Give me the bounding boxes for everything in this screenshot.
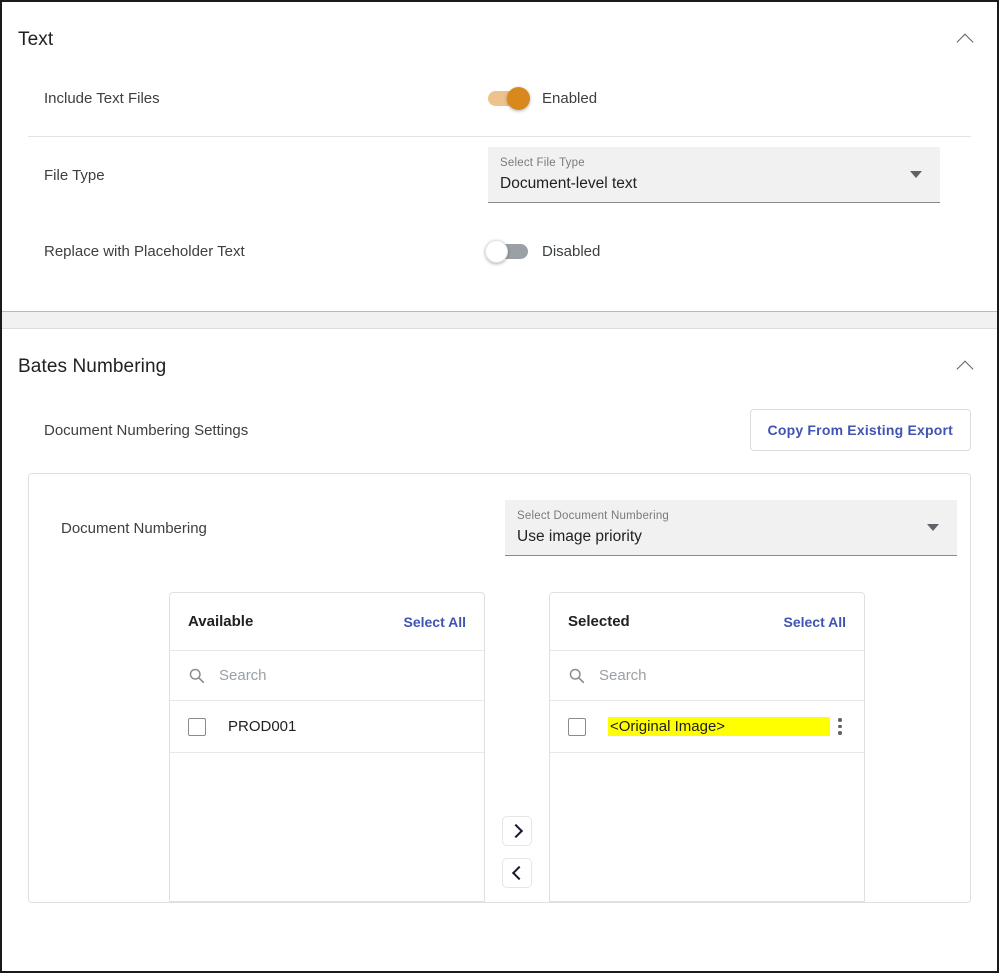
- search-icon: [188, 667, 205, 684]
- available-item-checkbox[interactable]: [188, 718, 206, 736]
- selected-search-row[interactable]: Search: [550, 651, 864, 701]
- row-label-include-text-files: Include Text Files: [28, 90, 488, 107]
- page-title: Text: [18, 29, 53, 51]
- list-item[interactable]: PROD001: [170, 701, 484, 753]
- row-control-replace-placeholder-text: Disabled: [488, 243, 971, 260]
- toggle-knob: [507, 87, 530, 110]
- list-item[interactable]: <Original Image>: [550, 701, 864, 753]
- row-file-type: File Type Select File Type Document-leve…: [2, 137, 997, 213]
- move-right-button[interactable]: [502, 816, 532, 846]
- include-text-files-toggle[interactable]: Enabled: [488, 90, 597, 107]
- selected-item-label: <Original Image>: [608, 717, 830, 736]
- row-control-document-numbering: Select Document Numbering Use image prio…: [505, 500, 957, 556]
- selected-panel-title: Selected: [568, 613, 630, 630]
- selected-search-input[interactable]: Search: [599, 667, 647, 684]
- row-control-file-type: Select File Type Document-level text: [488, 147, 971, 203]
- dual-list-transfer: Available Select All Search PROD001: [29, 556, 970, 902]
- more-options-icon[interactable]: [830, 718, 850, 734]
- replace-placeholder-text-toggle[interactable]: Disabled: [488, 243, 600, 260]
- copy-from-existing-export-button[interactable]: Copy From Existing Export: [750, 409, 971, 451]
- export-settings-page: Text Include Text Files Enabled File Typ…: [0, 0, 999, 973]
- file-type-select[interactable]: Select File Type Document-level text: [488, 147, 940, 203]
- file-type-select-value: Document-level text: [500, 172, 928, 196]
- row-label-replace-placeholder-text: Replace with Placeholder Text: [28, 243, 488, 260]
- section-divider: [2, 311, 997, 329]
- chevron-right-icon: [508, 824, 522, 838]
- available-search-row[interactable]: Search: [170, 651, 484, 701]
- row-label-document-numbering: Document Numbering: [45, 520, 505, 537]
- document-numbering-select-value: Use image priority: [517, 525, 945, 549]
- toggle-track: [488, 244, 528, 259]
- selected-select-all-link[interactable]: Select All: [783, 614, 846, 630]
- available-item-label: PROD001: [228, 718, 470, 735]
- section-bates-numbering: Bates Numbering Document Numbering Setti…: [2, 329, 997, 903]
- chevron-down-icon: [910, 171, 922, 178]
- document-numbering-card: Document Numbering Select Document Numbe…: [28, 473, 971, 903]
- move-left-button[interactable]: [502, 858, 532, 888]
- transfer-buttons: [485, 592, 549, 888]
- collapse-section-text-button[interactable]: [951, 26, 979, 54]
- search-icon: [568, 667, 585, 684]
- toggle-knob: [485, 240, 508, 263]
- row-replace-placeholder-text: Replace with Placeholder Text Disabled: [2, 213, 997, 289]
- row-include-text-files: Include Text Files Enabled: [2, 60, 997, 136]
- chevron-down-icon: [927, 524, 939, 531]
- row-document-numbering: Document Numbering Select Document Numbe…: [29, 474, 970, 556]
- section-text: Text Include Text Files Enabled File Typ…: [2, 2, 997, 311]
- toggle-track: [488, 91, 528, 106]
- selected-panel-header: Selected Select All: [550, 593, 864, 651]
- chevron-up-icon: [957, 34, 974, 51]
- document-numbering-select[interactable]: Select Document Numbering Use image prio…: [505, 500, 957, 556]
- available-select-all-link[interactable]: Select All: [403, 614, 466, 630]
- available-panel-title: Available: [188, 613, 253, 630]
- selected-item-checkbox[interactable]: [568, 718, 586, 736]
- selected-panel: Selected Select All Search <Original Ima…: [549, 592, 865, 902]
- section-text-header[interactable]: Text: [2, 2, 997, 60]
- chevron-left-icon: [511, 866, 525, 880]
- available-search-input[interactable]: Search: [219, 667, 267, 684]
- row-label-document-numbering-settings: Document Numbering Settings: [28, 422, 248, 439]
- section-bates-title: Bates Numbering: [18, 356, 166, 378]
- row-control-include-text-files: Enabled: [488, 90, 971, 107]
- replace-placeholder-text-state: Disabled: [542, 243, 600, 260]
- document-numbering-select-label: Select Document Numbering: [517, 508, 945, 524]
- include-text-files-state: Enabled: [542, 90, 597, 107]
- available-panel-header: Available Select All: [170, 593, 484, 651]
- section-bates-header[interactable]: Bates Numbering: [2, 329, 997, 387]
- collapse-section-bates-button[interactable]: [951, 353, 979, 381]
- chevron-up-icon: [957, 361, 974, 378]
- available-panel: Available Select All Search PROD001: [169, 592, 485, 902]
- file-type-select-label: Select File Type: [500, 155, 928, 171]
- row-document-numbering-settings: Document Numbering Settings Copy From Ex…: [2, 387, 997, 473]
- row-label-file-type: File Type: [28, 167, 488, 184]
